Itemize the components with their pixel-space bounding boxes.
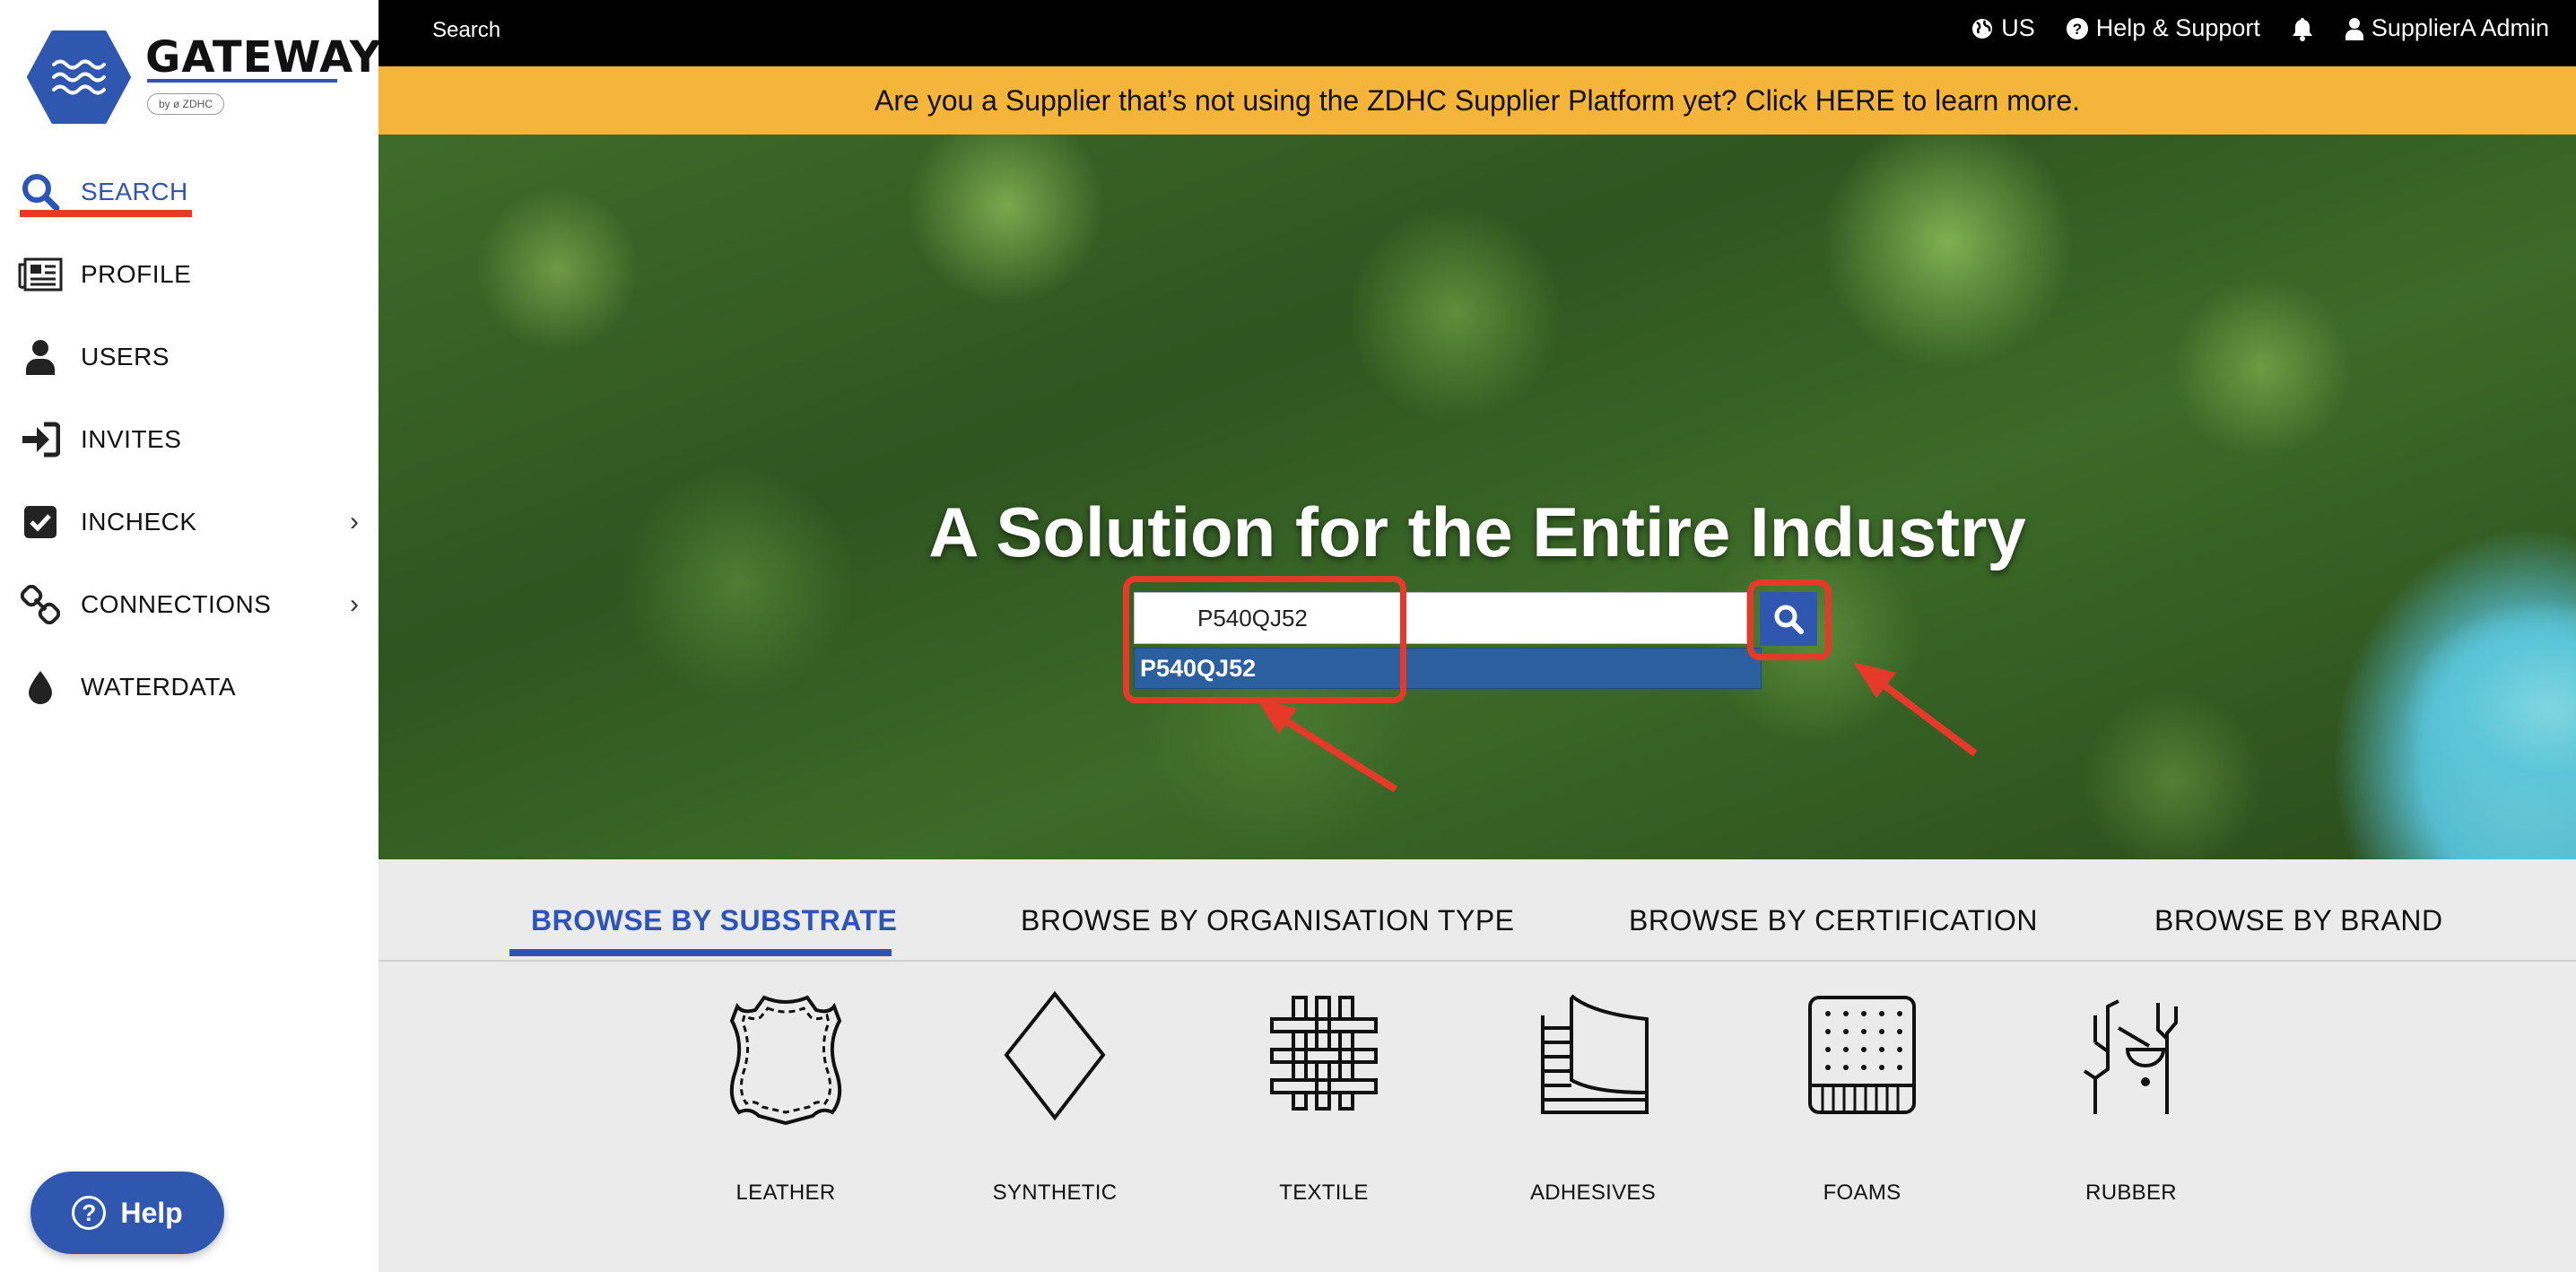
active-tab-underline xyxy=(509,949,892,956)
active-underline xyxy=(20,210,192,217)
sidebar: GATEWAY by ø ZDHC SEARCH PROFILE USERS I… xyxy=(0,0,380,1272)
substrate-synthetic[interactable]: SYNTHETIC xyxy=(965,985,1144,1236)
substrate-label: ADHESIVES xyxy=(1529,1181,1657,1205)
diamond-icon xyxy=(1004,990,1106,1121)
user-icon xyxy=(2345,17,2363,40)
sidebar-item-label: INCHECK xyxy=(81,508,197,536)
tab-browse-by-substrate[interactable]: BROWSE BY SUBSTRATE xyxy=(531,904,897,937)
weave-icon xyxy=(1270,996,1378,1111)
supplier-platform-banner[interactable]: Are you a Supplier that’s not using the … xyxy=(379,66,2576,135)
region-label: US xyxy=(2001,14,2035,41)
region-selector[interactable]: US xyxy=(1971,14,2035,42)
annotation-arrow-right-icon xyxy=(1853,662,1978,757)
sidebar-item-label: WATERDATA xyxy=(81,673,237,701)
substrate-label: RUBBER xyxy=(2085,1181,2177,1205)
brand-tagline: by ø ZDHC xyxy=(147,93,224,115)
user-name: SupplierA Admin xyxy=(2371,14,2549,41)
sidebar-item-label: INVITES xyxy=(81,425,182,453)
newspaper-icon xyxy=(18,255,63,294)
gateway-logo[interactable]: GATEWAY by ø ZDHC xyxy=(27,30,380,129)
annotation-arrows xyxy=(1256,662,1978,793)
substrate-adhesives[interactable]: ADHESIVES xyxy=(1503,985,1683,1236)
sidebar-item-connections[interactable]: CONNECTIONS › xyxy=(0,563,379,646)
sidebar-item-label: SEARCH xyxy=(81,178,188,205)
tab-browse-by-certification[interactable]: BROWSE BY CERTIFICATION xyxy=(1629,904,2038,937)
help-support-link[interactable]: ? Help & Support xyxy=(2066,14,2260,42)
sidebar-item-incheck[interactable]: INCHECK › xyxy=(0,481,379,563)
sign-in-icon xyxy=(18,420,63,459)
question-circle-icon: ? xyxy=(72,1196,107,1230)
substrate-foams[interactable]: FOAMS xyxy=(1772,985,1952,1236)
substrate-list: LEATHER SYNTHETIC TEXTILE ADHESIVES FOAM… xyxy=(379,985,2576,1272)
bell-icon xyxy=(2292,17,2312,41)
substrate-label: TEXTILE xyxy=(1279,1181,1369,1205)
top-bar: Search US ? Help & Support SupplierA Adm… xyxy=(379,0,2576,66)
substrate-label: LEATHER xyxy=(735,1181,836,1205)
sidebar-item-profile[interactable]: PROFILE xyxy=(0,233,379,316)
globe-icon xyxy=(1972,18,1993,39)
user-menu[interactable]: SupplierA Admin xyxy=(2345,14,2549,42)
browse-section: BROWSE BY SUBSTRATE BROWSE BY ORGANISATI… xyxy=(379,859,2576,1272)
tab-browse-by-brand[interactable]: BROWSE BY BRAND xyxy=(2154,904,2443,937)
help-button-label: Help xyxy=(120,1196,183,1229)
user-icon xyxy=(18,337,63,377)
notifications-button[interactable] xyxy=(2291,16,2314,41)
browse-tabs: BROWSE BY SUBSTRATE BROWSE BY ORGANISATI… xyxy=(379,859,2576,962)
sidebar-item-label: CONNECTIONS xyxy=(81,590,272,618)
svg-text:?: ? xyxy=(2073,21,2082,38)
help-support-label: Help & Support xyxy=(2095,14,2260,41)
adhesive-icon xyxy=(1541,994,1649,1114)
substrate-rubber[interactable]: RUBBER xyxy=(2041,985,2221,1236)
leather-icon xyxy=(729,995,842,1126)
sidebar-item-invites[interactable]: INVITES xyxy=(0,398,379,481)
sidebar-item-users[interactable]: USERS xyxy=(0,316,379,398)
sidebar-item-label: PROFILE xyxy=(81,260,192,288)
hero-section: A Solution for the Entire Industry P540Q… xyxy=(379,135,2576,859)
substrate-label: FOAMS xyxy=(1823,1181,1902,1205)
top-bar-actions: US ? Help & Support SupplierA Admin xyxy=(1971,14,2549,42)
help-button[interactable]: ? Help xyxy=(30,1172,224,1254)
brand-name: GATEWAY xyxy=(145,32,382,83)
link-icon xyxy=(18,585,63,624)
brand-underline xyxy=(147,79,337,83)
rubber-tap-icon xyxy=(2083,999,2178,1114)
substrate-textile[interactable]: TEXTILE xyxy=(1234,985,1414,1236)
annotation-arrow-left-icon xyxy=(1256,698,1398,793)
sidebar-nav: SEARCH PROFILE USERS INVITES INCHECK › C… xyxy=(0,151,379,728)
question-circle-icon: ? xyxy=(2066,17,2088,39)
page-title: Search xyxy=(432,18,501,42)
substrate-leather[interactable]: LEATHER xyxy=(696,985,875,1236)
sidebar-item-waterdata[interactable]: WATERDATA xyxy=(0,646,379,728)
droplet-icon xyxy=(18,667,63,707)
sidebar-item-search[interactable]: SEARCH xyxy=(0,151,379,233)
foam-icon xyxy=(1808,996,1916,1114)
tab-browse-by-organisation-type[interactable]: BROWSE BY ORGANISATION TYPE xyxy=(1021,904,1515,937)
substrate-label: SYNTHETIC xyxy=(992,1181,1118,1205)
waves-hexagon-icon xyxy=(27,30,131,124)
checkbox-icon xyxy=(18,502,63,542)
sidebar-item-label: USERS xyxy=(81,343,170,370)
chevron-right-icon: › xyxy=(350,507,359,536)
search-icon xyxy=(18,172,63,212)
chevron-right-icon: › xyxy=(350,589,359,619)
banner-text: Are you a Supplier that’s not using the … xyxy=(875,83,2080,117)
